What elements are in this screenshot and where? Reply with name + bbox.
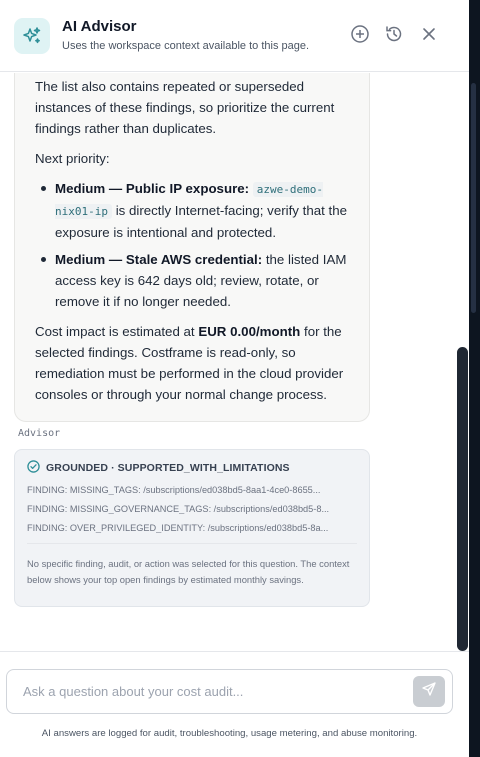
finding-item: FINDING: MISSING_GOVERNANCE_TAGS: /subsc… xyxy=(27,504,330,514)
panel-header: AI Advisor Uses the workspace context av… xyxy=(0,0,469,72)
history-icon xyxy=(384,24,404,49)
message-role-label: Advisor xyxy=(18,428,61,439)
finding-item: FINDING: MISSING_TAGS: /subscriptions/ed… xyxy=(27,485,321,495)
grounding-card: GROUNDED · SUPPORTED_WITH_LIMITATIONS FI… xyxy=(14,449,370,607)
message-paragraph: Cost impact is estimated at EUR 0.00/mon… xyxy=(35,324,344,402)
priority-list: Medium — Public IP exposure: azwe-demo-n… xyxy=(35,178,349,312)
grounding-status: GROUNDED · SUPPORTED_WITH_LIMITATIONS xyxy=(27,460,357,476)
list-item: Medium — Stale AWS credential: the liste… xyxy=(35,249,349,312)
message-paragraph: Next priority: xyxy=(35,151,110,166)
panel-title: AI Advisor xyxy=(62,18,137,35)
finding-item: FINDING: OVER_PRIVILEGED_IDENTITY: /subs… xyxy=(27,523,329,533)
sparkle-icon xyxy=(14,18,50,54)
disclaimer-text: AI answers are logged for audit, trouble… xyxy=(41,728,418,739)
ai-advisor-panel: AI Advisor Uses the workspace context av… xyxy=(0,0,469,757)
panel-subtitle: Uses the workspace context available to … xyxy=(62,40,310,52)
assistant-message: The list also contains repeated or super… xyxy=(14,73,370,422)
list-item: Medium — Public IP exposure: azwe-demo-n… xyxy=(35,178,349,243)
message-paragraph: The list also contains repeated or super… xyxy=(35,79,335,136)
page-scrollbar-thumb[interactable] xyxy=(471,83,476,313)
history-button[interactable] xyxy=(382,24,406,48)
close-icon xyxy=(420,25,438,48)
conversation-scroll[interactable]: The list also contains repeated or super… xyxy=(0,73,469,651)
message-input-wrapper xyxy=(6,669,453,714)
composer: AI answers are logged for audit, trouble… xyxy=(0,651,469,757)
plus-circle-icon xyxy=(350,24,370,49)
check-circle-icon xyxy=(27,460,40,476)
grounding-note: No specific finding, audit, or action wa… xyxy=(27,543,357,588)
panel-scrollbar-thumb[interactable] xyxy=(457,347,468,651)
close-button[interactable] xyxy=(417,24,441,48)
send-button[interactable] xyxy=(413,676,445,707)
send-icon xyxy=(421,681,437,702)
message-input[interactable] xyxy=(7,670,407,713)
new-chat-button[interactable] xyxy=(348,24,372,48)
